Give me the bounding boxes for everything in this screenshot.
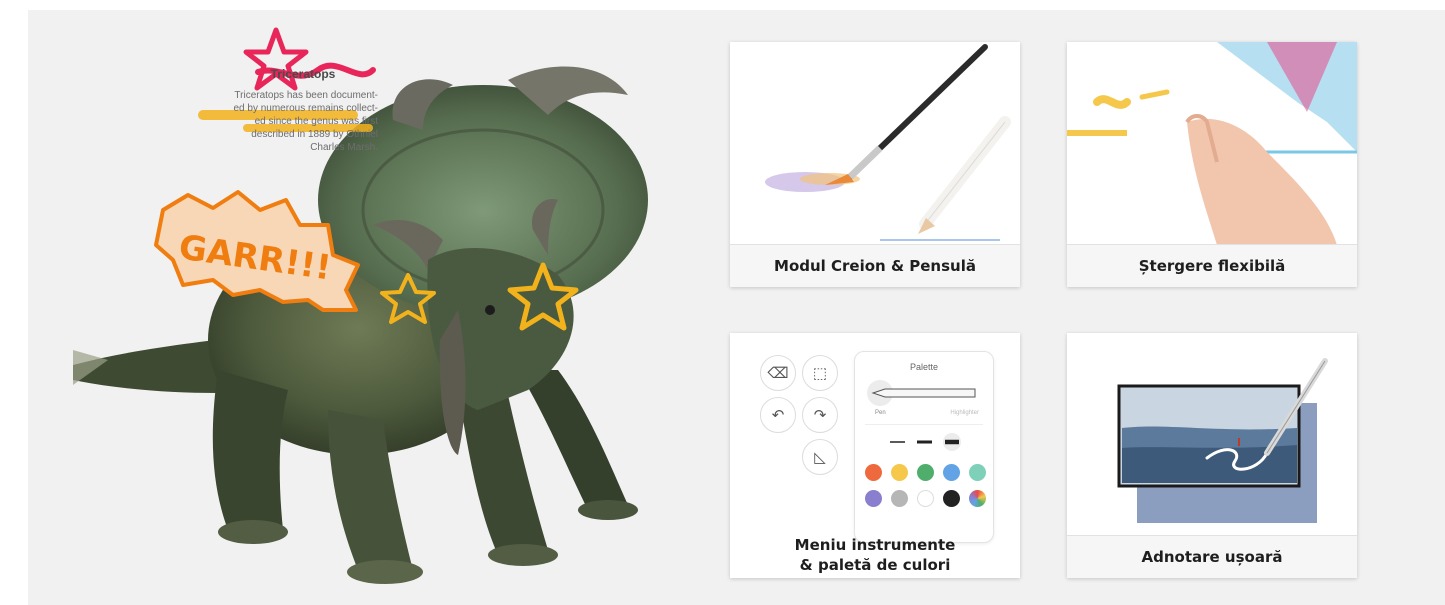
card-caption: Meniu instrumente & paletă de culori xyxy=(730,532,1020,578)
selection-icon[interactable]: ⬚ xyxy=(802,355,838,391)
pencil-brush-illustration xyxy=(730,42,1020,245)
feature-card-easy-annotation: Adnotare ușoară xyxy=(1067,333,1357,578)
color-swatch-purple[interactable] xyxy=(865,490,882,507)
undo-icon[interactable]: ↶ xyxy=(760,397,796,433)
card-caption: Ștergere flexibilă xyxy=(1067,244,1357,287)
color-swatch-yellow[interactable] xyxy=(891,464,908,481)
color-swatch-orange[interactable] xyxy=(865,464,882,481)
easy-annotation-illustration xyxy=(1067,333,1357,536)
pen-label[interactable]: Pen xyxy=(875,410,886,416)
ruler-icon[interactable]: ◺ xyxy=(802,439,838,475)
card-caption-line: Meniu instrumente xyxy=(794,536,956,554)
feature-card-flexible-erase: Ștergere flexibilă xyxy=(1067,42,1357,287)
note-title: Triceratops xyxy=(270,67,336,81)
card-caption: Adnotare ușoară xyxy=(1067,535,1357,578)
note-line: Triceratops has been document- xyxy=(234,90,378,101)
note-line: described in 1889 by Othniel xyxy=(251,129,378,140)
color-swatch-teal[interactable] xyxy=(969,464,986,481)
stroke-width-selector[interactable] xyxy=(885,432,965,452)
color-picker-icon[interactable] xyxy=(969,490,986,507)
hero-illustration: GARR!!! Triceratops Triceratops has been… xyxy=(28,10,708,605)
color-swatch-blue[interactable] xyxy=(943,464,960,481)
note-line: Charles Marsh. xyxy=(310,142,378,153)
eraser-icon[interactable]: ⌫ xyxy=(760,355,796,391)
note-line: ed since the genus was first xyxy=(254,116,378,127)
color-swatch-green[interactable] xyxy=(917,464,934,481)
color-palette-panel: Palette Pen Highlighter xyxy=(854,351,994,543)
flexible-erase-illustration xyxy=(1067,42,1357,245)
redo-icon[interactable]: ↷ xyxy=(802,397,838,433)
annotation-note: Triceratops Triceratops has been documen… xyxy=(168,68,378,154)
card-caption: Modul Creion & Pensulă xyxy=(730,244,1020,287)
feature-card-pencil-brush: Modul Creion & Pensulă xyxy=(730,42,1020,287)
color-swatch-gray[interactable] xyxy=(891,490,908,507)
feature-card-tools-palette: ⌫ ⬚ ↶ ↷ ◺ Palette Pen Highlighter Meniu … xyxy=(730,333,1020,578)
color-swatch-black[interactable] xyxy=(943,490,960,507)
color-swatch-white[interactable] xyxy=(917,490,934,507)
card-caption-line: & paletă de culori xyxy=(799,556,951,574)
note-line: ed by numerous remains collect- xyxy=(233,103,378,114)
palette-title: Palette xyxy=(909,362,939,372)
highlighter-label[interactable]: Highlighter xyxy=(950,410,979,416)
